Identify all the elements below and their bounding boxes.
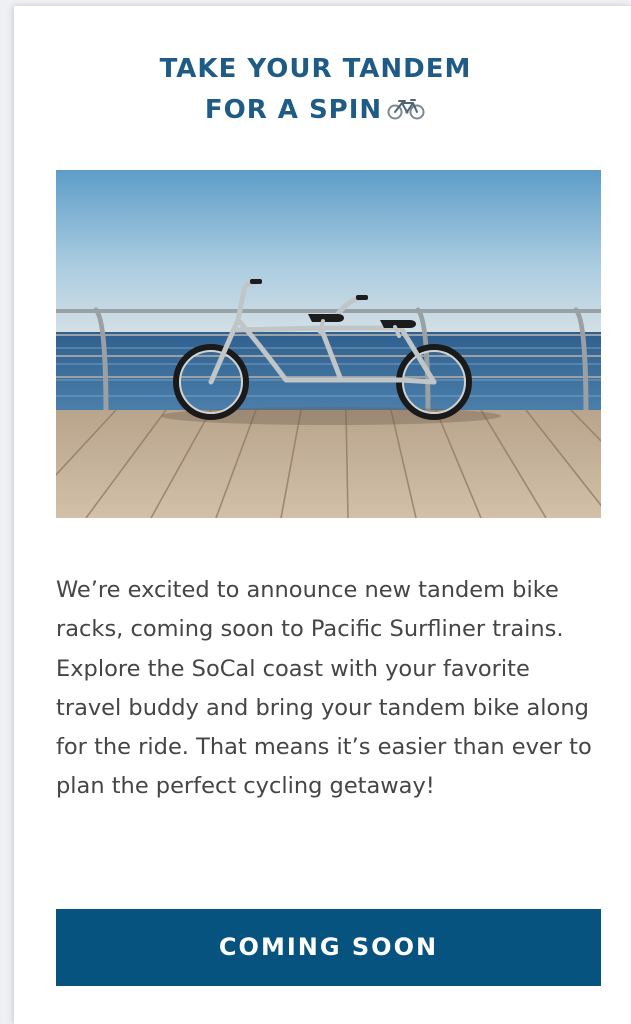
- coming-soon-button[interactable]: COMING SOON: [56, 909, 601, 986]
- promo-title-line-1: TAKE YOUR TANDEM: [159, 54, 472, 84]
- promo-title: TAKE YOUR TANDEM FOR A SPIN: [0, 49, 631, 131]
- promo-title-line-2-text: FOR A SPIN: [204, 95, 383, 125]
- hero-image: [56, 170, 601, 518]
- tandem-bike-boardwalk-illustration: [56, 170, 601, 518]
- promo-description: We’re excited to announce new tandem bik…: [56, 577, 592, 800]
- promo-title-line-2: FOR A SPIN: [0, 90, 631, 131]
- bicycle-icon: [387, 99, 425, 120]
